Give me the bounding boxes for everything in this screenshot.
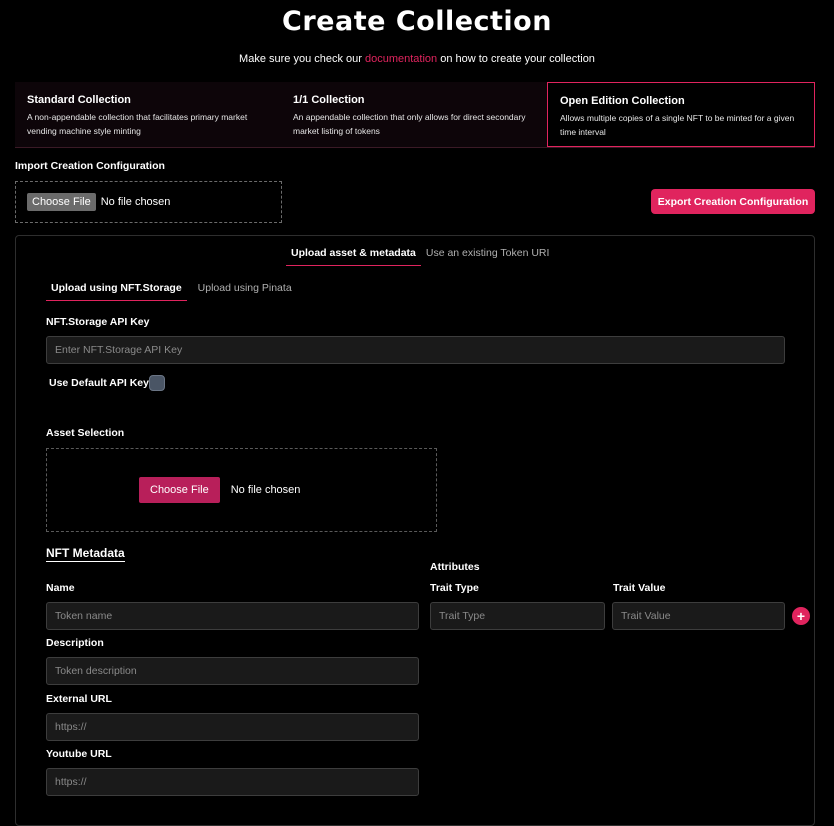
import-config-label: Import Creation Configuration: [15, 160, 165, 172]
page-title: Create Collection: [282, 6, 552, 37]
api-key-label: NFT.Storage API Key: [46, 316, 150, 328]
asset-selection-label: Asset Selection: [46, 427, 125, 439]
storage-provider-tabs: Upload using NFT.Storage Upload using Pi…: [46, 282, 303, 301]
tab-nft-storage[interactable]: Upload using NFT.Storage: [46, 282, 187, 301]
asset-file-status: No file chosen: [230, 484, 301, 496]
default-api-key-label: Use Default API Key: [49, 377, 149, 389]
name-input[interactable]: Token name: [46, 602, 419, 630]
trait-value-label: Trait Value: [613, 582, 666, 594]
attributes-label: Attributes: [430, 561, 480, 573]
subtitle-text-post: on how to create your collection: [437, 53, 595, 65]
asset-choose-file-button[interactable]: Choose File: [139, 477, 220, 503]
subtitle-text-pre: Make sure you check our: [239, 53, 365, 65]
nft-metadata-heading: NFT Metadata: [46, 546, 125, 562]
collection-type-desc: A non-appendable collection that facilit…: [27, 112, 248, 136]
collection-type-one-of-one[interactable]: 1/1 Collection An appendable collection …: [281, 82, 547, 147]
documentation-link[interactable]: documentation: [365, 53, 437, 65]
trait-type-label: Trait Type: [430, 582, 479, 594]
upload-mode-tabs: Upload asset & metadata Use an existing …: [286, 247, 554, 266]
collection-type-standard[interactable]: Standard Collection A non-appendable col…: [15, 82, 281, 147]
trait-type-input[interactable]: Trait Type: [430, 602, 605, 630]
external-url-label: External URL: [46, 693, 112, 705]
collection-type-title: Standard Collection: [27, 94, 131, 106]
add-attribute-button[interactable]: +: [792, 607, 810, 625]
tab-upload-asset-metadata[interactable]: Upload asset & metadata: [286, 247, 421, 266]
export-config-button[interactable]: Export Creation Configuration: [651, 189, 815, 214]
page-subtitle: Make sure you check our documentation on…: [0, 53, 834, 65]
description-input[interactable]: Token description: [46, 657, 419, 685]
tab-existing-token-uri[interactable]: Use an existing Token URI: [421, 247, 555, 266]
creation-panel: Upload asset & metadata Use an existing …: [15, 235, 815, 826]
external-url-input[interactable]: https://: [46, 713, 419, 741]
collection-type-open-edition[interactable]: Open Edition Collection Allows multiple …: [547, 82, 815, 147]
trait-value-input[interactable]: Trait Value: [612, 602, 785, 630]
tab-pinata[interactable]: Upload using Pinata: [193, 282, 297, 301]
default-api-key-checkbox[interactable]: [149, 375, 165, 391]
import-file-status: No file chosen: [100, 196, 171, 208]
import-choose-file-button[interactable]: Choose File: [27, 193, 96, 211]
collection-type-title: Open Edition Collection: [560, 95, 685, 107]
import-config-dropzone[interactable]: Choose File No file chosen: [15, 181, 282, 223]
collection-type-title: 1/1 Collection: [293, 94, 365, 106]
youtube-url-input[interactable]: https://: [46, 768, 419, 796]
collection-type-selector: Standard Collection A non-appendable col…: [15, 82, 815, 148]
api-key-input[interactable]: Enter NFT.Storage API Key: [46, 336, 785, 364]
collection-type-desc: An appendable collection that only allow…: [293, 112, 526, 136]
asset-dropzone[interactable]: Choose File No file chosen: [46, 448, 437, 532]
name-label: Name: [46, 582, 75, 594]
description-label: Description: [46, 637, 104, 649]
youtube-url-label: Youtube URL: [46, 748, 112, 760]
collection-type-desc: Allows multiple copies of a single NFT t…: [560, 113, 795, 137]
